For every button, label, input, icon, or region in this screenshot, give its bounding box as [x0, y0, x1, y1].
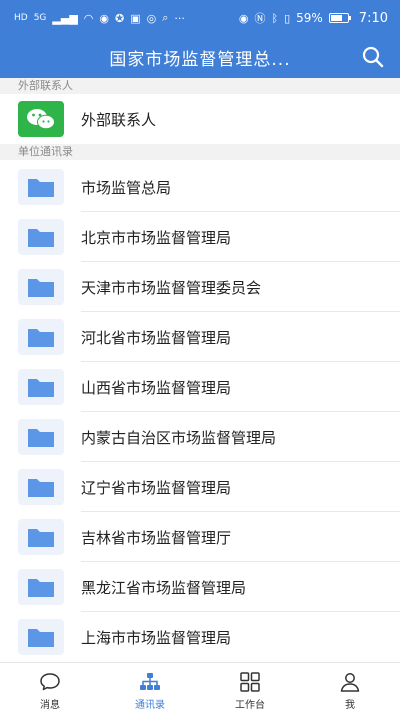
list-item-org[interactable]: 内蒙古自治区市场监督管理局 — [0, 412, 400, 462]
browser-icon: ◎ — [146, 11, 157, 25]
grid-icon — [240, 672, 260, 692]
tab-me[interactable]: 我 — [300, 663, 400, 711]
folder-icon — [18, 269, 64, 305]
search-button[interactable] — [360, 44, 386, 70]
hd-badge: HD — [14, 13, 28, 23]
eye-icon: ◉ — [238, 11, 249, 25]
more-dots-icon: ··· — [174, 11, 185, 25]
battery-percent: 59% — [296, 11, 323, 25]
org-chart-icon — [140, 673, 160, 690]
list-item-org[interactable]: 北京市市场监督管理局 — [0, 212, 400, 262]
list-item-label: 天津市市场监督管理委员会 — [81, 278, 262, 297]
tab-label: 通讯录 — [135, 700, 165, 711]
list-item-label: 市场监管总局 — [81, 178, 172, 197]
bottom-tab-bar: 消息 通讯录 工作台 我 — [0, 662, 400, 711]
wechat-icon — [18, 101, 64, 137]
tab-label: 消息 — [40, 700, 60, 711]
list-item-label: 辽宁省市场监督管理局 — [81, 478, 232, 497]
list-item-org[interactable]: 吉林省市场监督管理厅 — [0, 512, 400, 562]
list-item-label: 河北省市场监督管理局 — [81, 328, 232, 347]
folder-icon — [18, 169, 64, 205]
search-icon — [362, 46, 384, 68]
list-item-label: 内蒙古自治区市场监督管理局 — [81, 428, 277, 447]
signal-icon: ▂▄▆ — [52, 11, 78, 25]
folder-icon — [18, 519, 64, 555]
list-item-label: 山西省市场监督管理局 — [81, 378, 232, 397]
folder-icon — [18, 369, 64, 405]
list-item-org[interactable]: 河北省市场监督管理局 — [0, 312, 400, 362]
status-left: HD 5G ▂▄▆ ◠ ◉ ✪ ▣ ◎ ⌕ ··· — [14, 11, 185, 25]
folder-icon — [18, 219, 64, 255]
app-notification-icon: ◉ — [99, 11, 110, 25]
chat-bubble-icon — [40, 673, 60, 691]
message-icon: ▣ — [130, 11, 141, 25]
list-item-org[interactable]: 辽宁省市场监督管理局 — [0, 462, 400, 512]
section-label-directory: 单位通讯录 — [0, 144, 400, 160]
tab-label: 我 — [345, 700, 355, 711]
list-item-label: 黑龙江省市场监督管理局 — [81, 578, 247, 597]
section-label-external: 外部联系人 — [0, 78, 400, 94]
list-item-label: 上海市市场监督管理局 — [81, 628, 232, 647]
status-right: ◉ Ⓝ ᛒ ▯ 59% 7:10 — [239, 10, 388, 26]
list-item-org[interactable]: 上海市市场监督管理局 — [0, 612, 400, 662]
folder-icon — [18, 569, 64, 605]
list-item-org[interactable]: 天津市市场监督管理委员会 — [0, 262, 400, 312]
vibrate-icon: ▯ — [284, 11, 291, 25]
status-bar: HD 5G ▂▄▆ ◠ ◉ ✪ ▣ ◎ ⌕ ··· ◉ Ⓝ ᛒ ▯ 59% 7:… — [0, 0, 400, 36]
emblem-icon: ✪ — [115, 11, 125, 25]
nfc-icon: Ⓝ — [254, 12, 266, 25]
list-item-org[interactable]: 市场监管总局 — [0, 162, 400, 212]
list-item-label: 北京市市场监督管理局 — [81, 228, 232, 247]
tab-contacts[interactable]: 通讯录 — [100, 663, 200, 711]
battery-icon — [328, 13, 351, 23]
app-bar: 国家市场监督管理总... — [0, 36, 400, 78]
list-item-label: 吉林省市场监督管理厅 — [81, 528, 232, 547]
tab-messages[interactable]: 消息 — [0, 663, 100, 711]
search-app-icon: ⌕ — [162, 11, 169, 24]
folder-icon — [18, 469, 64, 505]
network-badge: 5G — [33, 13, 47, 23]
bluetooth-icon: ᛒ — [271, 11, 279, 25]
tab-workbench[interactable]: 工作台 — [200, 663, 300, 711]
tab-label: 工作台 — [235, 700, 265, 711]
wifi-icon: ◠ — [83, 11, 94, 25]
list-item-label: 外部联系人 — [81, 110, 157, 129]
page-title: 国家市场监督管理总... — [109, 49, 291, 70]
folder-icon — [18, 319, 64, 355]
folder-icon — [18, 619, 64, 655]
folder-icon — [18, 419, 64, 455]
clock: 7:10 — [358, 10, 388, 26]
person-icon — [340, 673, 360, 692]
battery-fill — [330, 15, 342, 21]
list-item-external-contacts[interactable]: 外部联系人 — [0, 94, 400, 144]
list-item-org[interactable]: 山西省市场监督管理局 — [0, 362, 400, 412]
list-item-org[interactable]: 黑龙江省市场监督管理局 — [0, 562, 400, 612]
